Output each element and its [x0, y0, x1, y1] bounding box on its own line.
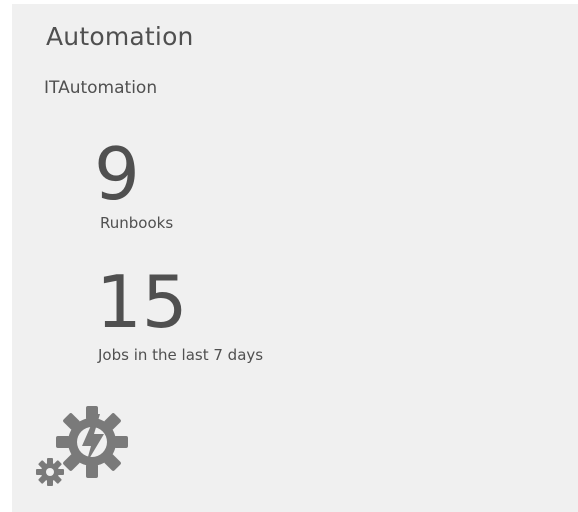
- runbooks-count: 9: [94, 132, 140, 216]
- jobs-label: Jobs in the last 7 days: [98, 346, 264, 364]
- automation-gears-lightning-icon: [36, 406, 128, 486]
- tile-title: Automation: [46, 22, 194, 51]
- automation-tile[interactable]: Automation ITAutomation 9 Runbooks 15 Jo…: [12, 4, 578, 512]
- runbooks-label: Runbooks: [100, 214, 174, 232]
- automation-account-name: ITAutomation: [44, 78, 158, 98]
- jobs-count: 15: [96, 260, 188, 344]
